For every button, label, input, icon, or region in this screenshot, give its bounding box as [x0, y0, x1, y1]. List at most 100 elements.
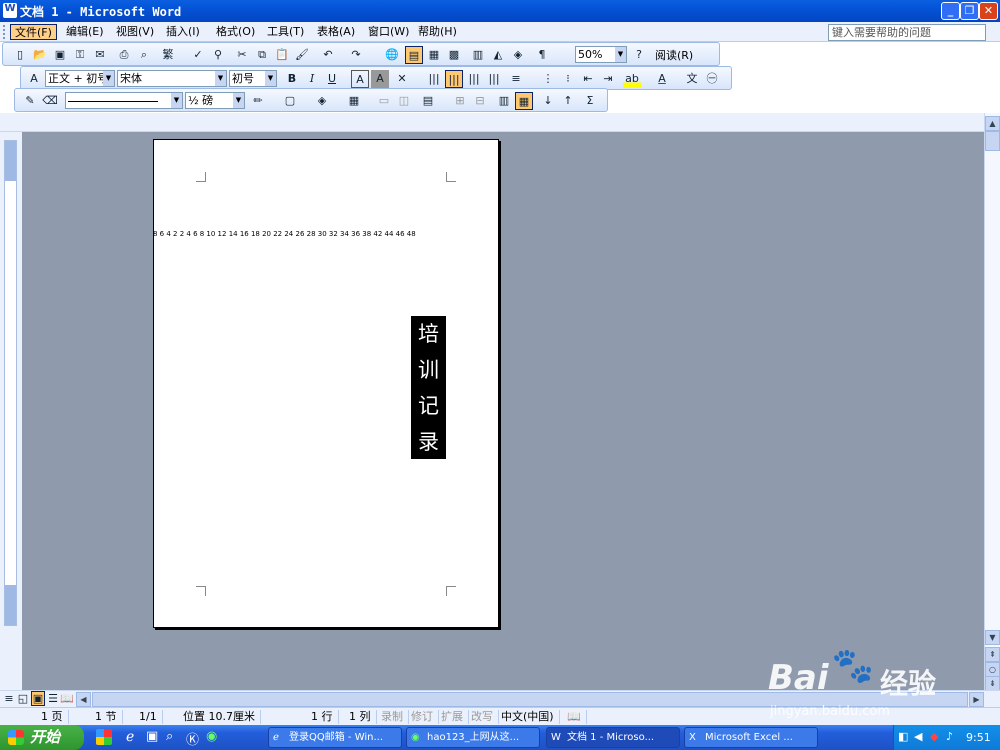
bullets-icon[interactable]: ⁝ — [559, 70, 577, 88]
underline-icon[interactable]: U — [323, 70, 341, 88]
redo-icon[interactable]: ↷ — [347, 46, 365, 64]
status-record[interactable]: 录制 — [376, 710, 409, 724]
help-search-input[interactable]: 键入需要帮助的问题 — [828, 24, 986, 41]
menu-tools[interactable]: 工具(T) — [263, 24, 308, 40]
reading-view-icon[interactable]: 📖 — [60, 691, 74, 706]
menu-window[interactable]: 窗口(W) — [364, 24, 413, 40]
scroll-thumb[interactable] — [985, 131, 1000, 151]
start-button[interactable]: 开始 — [0, 725, 84, 750]
sort-ascending-icon[interactable]: ↓ — [539, 92, 557, 110]
menu-file[interactable]: 文件(F) — [10, 24, 57, 40]
tray-arrow-icon[interactable]: ◀ — [914, 730, 922, 743]
scroll-right-icon[interactable]: ▶ — [969, 692, 984, 707]
styles-icon[interactable]: A — [25, 70, 43, 88]
align-center-icon[interactable]: ||| — [445, 70, 463, 88]
cut-icon[interactable]: ✂ — [233, 46, 251, 64]
task-excel[interactable]: X Microsoft Excel ... — [684, 727, 818, 748]
task-hao123[interactable]: ◉ hao123_上网从这... — [406, 727, 540, 748]
style-combo[interactable]: 正文 + 初号 ▼ — [45, 70, 115, 87]
read-mode-button[interactable]: 阅读(R) — [655, 47, 693, 63]
status-track[interactable]: 修订 — [406, 710, 439, 724]
justify-icon[interactable]: ||| — [485, 70, 503, 88]
undo-icon[interactable]: ↶ — [319, 46, 337, 64]
quicklaunch-k-icon[interactable]: Ⓚ — [186, 729, 199, 748]
zoom-combo[interactable]: 50% ▼ — [575, 46, 627, 63]
font-size-combo[interactable]: 初号 ▼ — [229, 70, 277, 87]
scroll-left-icon[interactable]: ◀ — [76, 692, 91, 707]
status-extend[interactable]: 扩展 — [436, 710, 469, 724]
numbering-icon[interactable]: ⋮ — [539, 70, 557, 88]
print-view-icon[interactable]: ▣ — [31, 691, 45, 706]
sort-descending-icon[interactable]: ↑ — [559, 92, 577, 110]
font-color-icon[interactable]: A — [653, 70, 671, 88]
minimize-button[interactable]: _ — [941, 2, 960, 20]
char-shading-icon[interactable]: A — [371, 70, 389, 88]
print-icon[interactable]: ⎙ — [115, 46, 133, 64]
spelling-icon[interactable]: ✓ — [189, 46, 207, 64]
quicklaunch-search-icon[interactable]: ⌕ — [166, 729, 173, 744]
research-icon[interactable]: ⚲ — [209, 46, 227, 64]
merge-cells-icon[interactable]: ▭ — [375, 92, 393, 110]
insert-table-icon[interactable]: ▦ — [425, 46, 443, 64]
scroll-up-icon[interactable]: ▲ — [985, 116, 1000, 131]
italic-icon[interactable]: I — [303, 70, 321, 88]
email-icon[interactable]: ✉ — [91, 46, 109, 64]
menu-table[interactable]: 表格(A) — [313, 24, 359, 40]
autosum-icon[interactable]: Σ — [581, 92, 599, 110]
columns-icon[interactable]: ▥ — [469, 46, 487, 64]
menu-edit[interactable]: 编辑(E) — [62, 24, 108, 40]
normal-view-icon[interactable]: ≡ — [2, 691, 16, 706]
restore-button[interactable]: ❐ — [960, 2, 979, 20]
menu-insert[interactable]: 插入(I) — [162, 24, 204, 40]
next-page-icon[interactable]: ⇟ — [985, 676, 1000, 691]
traditional-chinese-icon[interactable]: 繁 — [159, 46, 177, 64]
menu-format[interactable]: 格式(O) — [212, 24, 259, 40]
open-folder-icon[interactable]: 📂 — [31, 46, 49, 64]
task-word[interactable]: W 文档 1 - Microso... — [546, 727, 680, 748]
quicklaunch-windows-icon[interactable] — [96, 729, 112, 745]
grip-handle[interactable] — [3, 25, 6, 39]
tray-app-icon[interactable]: ◆ — [930, 730, 938, 743]
hyperlink-icon[interactable]: 🌐 — [383, 46, 401, 64]
document-page[interactable] — [153, 139, 499, 628]
enclose-char-icon[interactable]: ㊀ — [703, 70, 721, 88]
font-combo[interactable]: 宋体 ▼ — [117, 70, 227, 87]
char-border-icon[interactable]: A — [351, 70, 369, 88]
tables-borders-icon[interactable]: ▤ — [405, 46, 423, 64]
chevron-down-icon[interactable]: ▼ — [233, 93, 244, 108]
align-left-icon[interactable]: ||| — [425, 70, 443, 88]
border-color-icon[interactable]: ✏ — [249, 92, 267, 110]
web-view-icon[interactable]: ◱ — [16, 691, 30, 706]
show-hide-icon[interactable]: ¶ — [533, 46, 551, 64]
distribute-columns-icon[interactable]: ⊟ — [471, 92, 489, 110]
copy-icon[interactable]: ⧉ — [253, 46, 271, 64]
selected-vertical-text[interactable]: 培 训 记 录 — [411, 316, 446, 459]
chevron-down-icon[interactable]: ▼ — [103, 71, 114, 86]
help-icon[interactable]: ? — [630, 46, 648, 64]
outside-border-icon[interactable]: ▢ — [281, 92, 299, 110]
save-icon[interactable]: ▣ — [51, 46, 69, 64]
draw-table-icon[interactable]: ✎ — [21, 92, 39, 110]
phonetic-guide-icon[interactable]: 文 — [683, 70, 701, 88]
autoformat-icon[interactable]: ▥ — [495, 92, 513, 110]
drawing-icon[interactable]: ◭ — [489, 46, 507, 64]
distribute-rows-icon[interactable]: ⊞ — [451, 92, 469, 110]
chevron-down-icon[interactable]: ▼ — [615, 47, 626, 62]
eraser-icon[interactable]: ⌫ — [41, 92, 59, 110]
text-direction-icon[interactable]: ▦ — [515, 92, 533, 110]
decrease-indent-icon[interactable]: ⇤ — [579, 70, 597, 88]
new-document-icon[interactable]: ▯ — [11, 46, 29, 64]
menu-help[interactable]: 帮助(H) — [414, 24, 461, 40]
insert-table-icon[interactable]: ▦ — [345, 92, 363, 110]
bold-icon[interactable]: B — [283, 70, 301, 88]
line-weight-combo[interactable]: ½ 磅 ▼ — [185, 92, 245, 109]
align-cell-icon[interactable]: ▤ — [419, 92, 437, 110]
tray-network-icon[interactable]: ◧ — [898, 730, 908, 743]
tray-volume-icon[interactable]: ♪ — [946, 730, 953, 743]
insert-excel-icon[interactable]: ▩ — [445, 46, 463, 64]
task-qqmail[interactable]: ℯ 登录QQ邮箱 - Win... — [268, 727, 402, 748]
quicklaunch-folder-icon[interactable]: ▣ — [146, 729, 158, 744]
word-app-icon[interactable]: W — [3, 3, 17, 18]
browse-object-icon[interactable]: ○ — [985, 662, 1000, 677]
document-map-icon[interactable]: ◈ — [509, 46, 527, 64]
